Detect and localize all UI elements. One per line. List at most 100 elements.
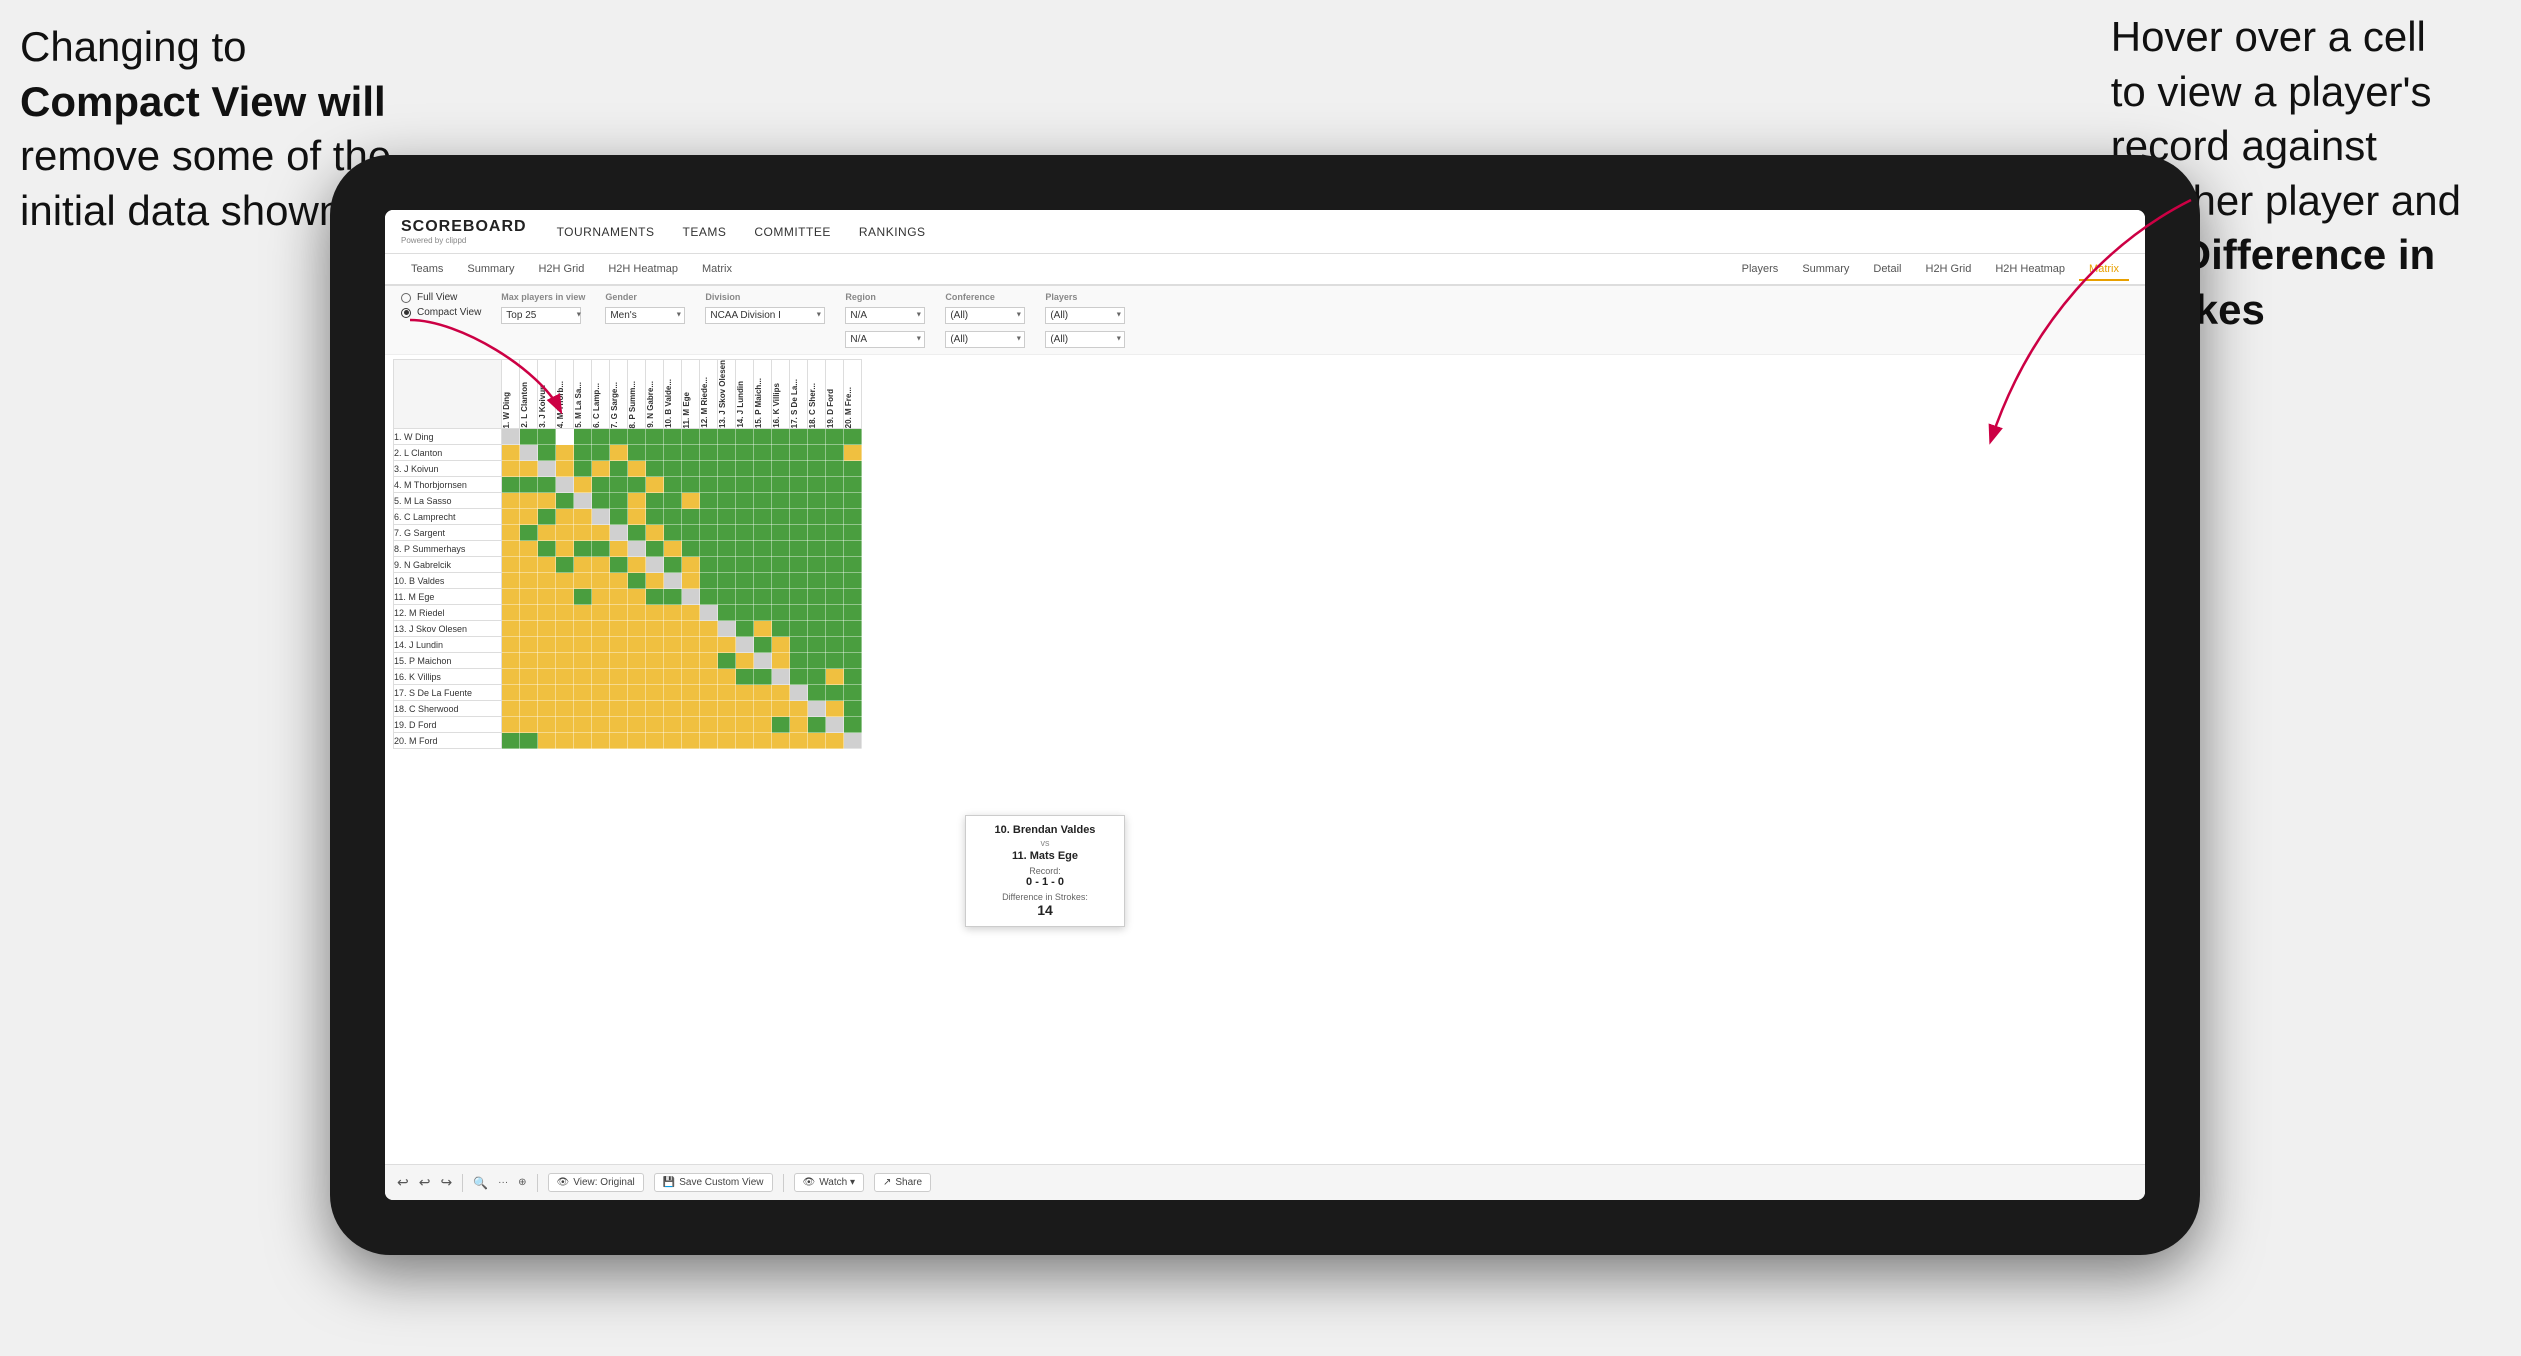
matrix-cell[interactable] bbox=[718, 477, 736, 493]
matrix-cell[interactable] bbox=[790, 637, 808, 653]
matrix-cell[interactable] bbox=[520, 733, 538, 749]
matrix-cell[interactable] bbox=[736, 701, 754, 717]
matrix-cell[interactable] bbox=[718, 541, 736, 557]
matrix-cell[interactable] bbox=[520, 589, 538, 605]
matrix-cell[interactable] bbox=[556, 589, 574, 605]
matrix-cell[interactable] bbox=[610, 557, 628, 573]
save-custom-btn[interactable]: 💾 Save Custom View bbox=[654, 1173, 773, 1192]
matrix-cell[interactable] bbox=[646, 493, 664, 509]
matrix-cell[interactable] bbox=[664, 509, 682, 525]
matrix-cell[interactable] bbox=[592, 605, 610, 621]
matrix-cell[interactable] bbox=[844, 733, 862, 749]
matrix-cell[interactable] bbox=[556, 669, 574, 685]
matrix-cell[interactable] bbox=[502, 557, 520, 573]
matrix-cell[interactable] bbox=[574, 573, 592, 589]
matrix-cell[interactable] bbox=[736, 541, 754, 557]
matrix-cell[interactable] bbox=[538, 493, 556, 509]
matrix-cell[interactable] bbox=[844, 429, 862, 445]
subnav-h2h-heatmap[interactable]: H2H Heatmap bbox=[598, 259, 688, 279]
matrix-cell[interactable] bbox=[574, 541, 592, 557]
matrix-cell[interactable] bbox=[502, 589, 520, 605]
matrix-cell[interactable] bbox=[556, 637, 574, 653]
matrix-cell[interactable] bbox=[574, 525, 592, 541]
matrix-cell[interactable] bbox=[610, 637, 628, 653]
matrix-cell[interactable] bbox=[790, 573, 808, 589]
matrix-cell[interactable] bbox=[592, 717, 610, 733]
matrix-cell[interactable] bbox=[646, 477, 664, 493]
matrix-cell[interactable] bbox=[844, 669, 862, 685]
matrix-cell[interactable] bbox=[628, 701, 646, 717]
matrix-cell[interactable] bbox=[520, 573, 538, 589]
matrix-cell[interactable] bbox=[772, 701, 790, 717]
matrix-cell[interactable] bbox=[808, 573, 826, 589]
matrix-cell[interactable] bbox=[700, 605, 718, 621]
matrix-cell[interactable] bbox=[610, 669, 628, 685]
matrix-cell[interactable] bbox=[592, 669, 610, 685]
matrix-cell[interactable] bbox=[610, 621, 628, 637]
matrix-cell[interactable] bbox=[718, 509, 736, 525]
matrix-cell[interactable] bbox=[538, 637, 556, 653]
matrix-cell[interactable] bbox=[808, 621, 826, 637]
matrix-cell[interactable] bbox=[556, 509, 574, 525]
matrix-cell[interactable] bbox=[646, 621, 664, 637]
matrix-cell[interactable] bbox=[538, 605, 556, 621]
matrix-cell[interactable] bbox=[700, 477, 718, 493]
matrix-cell[interactable] bbox=[736, 717, 754, 733]
matrix-cell[interactable] bbox=[520, 477, 538, 493]
max-players-select[interactable]: Top 25 bbox=[501, 307, 581, 324]
matrix-cell[interactable] bbox=[700, 445, 718, 461]
players-select-2[interactable]: (All) bbox=[1045, 331, 1125, 348]
matrix-cell[interactable] bbox=[538, 445, 556, 461]
matrix-cell[interactable] bbox=[646, 445, 664, 461]
matrix-cell[interactable] bbox=[736, 573, 754, 589]
matrix-cell[interactable] bbox=[628, 461, 646, 477]
matrix-cell[interactable] bbox=[664, 429, 682, 445]
matrix-cell[interactable] bbox=[700, 461, 718, 477]
matrix-cell[interactable] bbox=[574, 669, 592, 685]
matrix-cell[interactable] bbox=[682, 621, 700, 637]
matrix-cell[interactable] bbox=[844, 653, 862, 669]
full-view-option[interactable]: Full View bbox=[401, 292, 481, 303]
subnav-summary[interactable]: Summary bbox=[457, 259, 524, 279]
matrix-cell[interactable] bbox=[808, 669, 826, 685]
matrix-cell[interactable] bbox=[610, 429, 628, 445]
matrix-cell[interactable] bbox=[754, 621, 772, 637]
share-btn[interactable]: ↗ Share bbox=[874, 1173, 931, 1192]
matrix-cell[interactable] bbox=[700, 493, 718, 509]
matrix-cell[interactable] bbox=[754, 573, 772, 589]
matrix-cell[interactable] bbox=[736, 509, 754, 525]
matrix-cell[interactable] bbox=[520, 685, 538, 701]
matrix-cell[interactable] bbox=[520, 429, 538, 445]
matrix-cell[interactable] bbox=[700, 669, 718, 685]
matrix-cell[interactable] bbox=[592, 653, 610, 669]
matrix-cell[interactable] bbox=[628, 429, 646, 445]
matrix-cell[interactable] bbox=[538, 461, 556, 477]
matrix-cell[interactable] bbox=[682, 493, 700, 509]
matrix-cell[interactable] bbox=[556, 445, 574, 461]
matrix-cell[interactable] bbox=[520, 653, 538, 669]
matrix-cell[interactable] bbox=[520, 445, 538, 461]
matrix-cell[interactable] bbox=[592, 429, 610, 445]
matrix-cell[interactable] bbox=[520, 525, 538, 541]
matrix-cell[interactable] bbox=[520, 493, 538, 509]
matrix-cell[interactable] bbox=[790, 445, 808, 461]
matrix-cell[interactable] bbox=[610, 605, 628, 621]
compact-view-radio[interactable] bbox=[401, 308, 411, 318]
matrix-cell[interactable] bbox=[682, 733, 700, 749]
region-select-2[interactable]: N/A bbox=[845, 331, 925, 348]
matrix-cell[interactable] bbox=[628, 685, 646, 701]
matrix-cell[interactable] bbox=[844, 637, 862, 653]
matrix-cell[interactable] bbox=[736, 733, 754, 749]
redo-btn-2[interactable]: ↪ bbox=[440, 1174, 452, 1191]
matrix-cell[interactable] bbox=[682, 589, 700, 605]
matrix-cell[interactable] bbox=[790, 477, 808, 493]
matrix-cell[interactable] bbox=[790, 605, 808, 621]
matrix-cell[interactable] bbox=[646, 733, 664, 749]
matrix-cell[interactable] bbox=[700, 733, 718, 749]
matrix-cell[interactable] bbox=[520, 717, 538, 733]
matrix-cell[interactable] bbox=[718, 589, 736, 605]
matrix-cell[interactable] bbox=[610, 573, 628, 589]
matrix-cell[interactable] bbox=[754, 637, 772, 653]
matrix-cell[interactable] bbox=[664, 445, 682, 461]
matrix-cell[interactable] bbox=[826, 541, 844, 557]
